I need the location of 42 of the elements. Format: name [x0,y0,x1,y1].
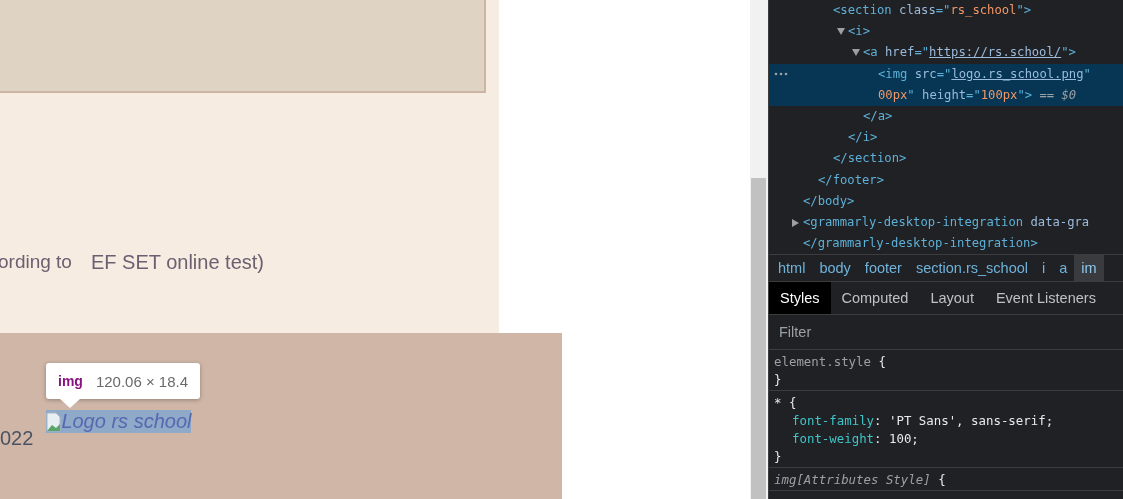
code-line: <i> [848,21,870,43]
tab[interactable]: Styles [769,282,831,314]
link[interactable]: logo.rs_school.png [951,66,1084,81]
breadcrumb[interactable]: im [1074,255,1104,281]
expanded-arrow-icon[interactable] [852,49,860,58]
tab[interactable]: Computed [830,282,920,314]
code-line: <img src="logo.rs_school.png" [878,65,1091,83]
tab[interactable]: Layout [919,282,985,314]
css-declaration: font-weight: 100; [791,430,920,448]
expanded-arrow-icon[interactable] [837,28,845,37]
link[interactable]: https://rs.school/ [929,45,1062,60]
code-line: 00px" height="100px"> == $0 [878,86,1077,104]
tab[interactable]: Event Listeners [984,282,1107,314]
code-line: <grammarly-desktop-integration data-gra [803,211,1090,234]
code-line: </grammarly-desktop-integration> [803,235,1038,253]
code-line: <section class="rs_school"> [833,2,1032,19]
body-text: EF SET online test) [90,251,264,274]
code-line: <a href="https://rs.school/"> [863,42,1076,64]
code-line: </footer> [818,171,885,189]
code-line: </a> [863,107,893,125]
css-selector-line: img[Attributes Style] { [774,471,947,489]
collapsed-arrow-icon[interactable] [792,218,800,227]
tooltip-arrow-icon [60,399,80,408]
scrollbar-thumb[interactable] [751,178,766,499]
code-line: </section> [833,150,907,168]
breadcrumb[interactable]: section.rs_school [908,255,1035,281]
code-line: </body> [803,192,855,210]
copyright-year: 022 [0,427,34,450]
code-line: </i> [848,129,878,147]
broken-image-icon [46,411,62,432]
breadcrumb[interactable]: html [771,255,813,281]
closing-brace: } [774,448,782,466]
more-icon[interactable] [774,71,788,76]
selected-node-highlight[interactable]: <img src="logo.rs_school.png" 00px" height="100px"> == $0 [769,63,1123,106]
closing-brace: } [774,371,782,389]
breadcrumb[interactable]: footer [857,255,909,281]
breadcrumb[interactable]: i [1035,255,1053,281]
css-declaration: font-family: 'PT Sans', sans-serif; [791,412,1055,430]
breadcrumb[interactable]: body [812,255,858,281]
breadcrumb[interactable]: a [1052,255,1075,281]
css-selector-line: * { [774,394,798,412]
css-selector-line: element.style { [774,353,887,371]
